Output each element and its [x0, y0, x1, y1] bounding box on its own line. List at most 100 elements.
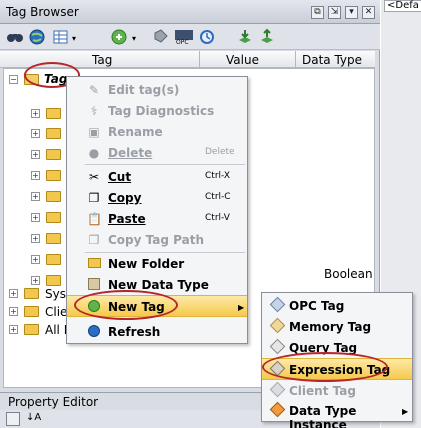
title-bar: Tag Browser ⧉ ⇲ ▾ ✕: [0, 0, 380, 24]
menu-label: Rename: [108, 125, 163, 139]
add-icon[interactable]: [110, 28, 128, 46]
data-type-icon: [87, 278, 101, 292]
submenu-label: Client Tag: [289, 384, 356, 398]
folder-icon: [46, 233, 61, 244]
menu-shortcut: Ctrl-C: [205, 192, 231, 202]
float-button[interactable]: ⧉: [311, 6, 324, 19]
globe-icon[interactable]: [28, 28, 46, 46]
submenu-item-memory-tag[interactable]: Memory Tag: [262, 317, 412, 337]
tree-row-client[interactable]: + Clie: [4, 303, 74, 321]
folder-icon: [24, 306, 39, 317]
expand-icon[interactable]: +: [31, 109, 40, 118]
submenu-arrow-icon: ▶: [238, 303, 245, 312]
panel-menu-button[interactable]: ▾: [345, 6, 358, 19]
opc-label: OPC: [176, 39, 189, 46]
menu-label: Copy: [108, 191, 142, 205]
expand-icon[interactable]: +: [9, 307, 18, 316]
submenu-item-client-tag[interactable]: Client Tag: [262, 381, 412, 401]
menu-item-copy[interactable]: ❐ Copy Ctrl-C: [67, 188, 247, 208]
chevron-down-icon[interactable]: ▾: [72, 34, 76, 43]
boolean-value: Boolean: [324, 267, 373, 281]
menu-shortcut: Delete: [205, 147, 235, 157]
menu-label: Copy Tag Path: [108, 233, 204, 247]
expand-icon[interactable]: +: [31, 213, 40, 222]
collapse-icon[interactable]: −: [9, 75, 18, 84]
column-divider[interactable]: [295, 51, 296, 68]
sort-az-icon[interactable]: ↓A: [26, 412, 41, 423]
menu-label: Edit tag(s): [108, 83, 180, 97]
menu-separator: [85, 164, 245, 165]
tree-row-sys[interactable]: + Sys: [4, 285, 74, 303]
annotation-ring: [74, 290, 178, 320]
expand-icon[interactable]: +: [31, 192, 40, 201]
chevron-down-icon[interactable]: ▾: [132, 34, 136, 43]
folder-icon: [24, 288, 39, 299]
paste-icon: 📋: [87, 212, 102, 226]
expand-icon[interactable]: +: [31, 171, 40, 180]
submenu-label: Data Type Instance: [289, 404, 357, 428]
column-value[interactable]: Value: [226, 53, 259, 67]
expand-icon[interactable]: +: [31, 255, 40, 264]
refresh-icon[interactable]: [198, 28, 216, 46]
submenu-item-data-type-instance[interactable]: Data Type Instance ▶: [262, 401, 412, 428]
column-data-type[interactable]: Data Type: [302, 53, 362, 67]
rename-icon: ▣: [88, 125, 100, 139]
new-folder-icon: [87, 257, 101, 271]
menu-separator: [85, 252, 245, 253]
folder-icon: [46, 149, 61, 160]
menu-label: Tag Diagnostics: [108, 104, 215, 118]
opc-tag-icon: [269, 296, 285, 313]
menu-item-refresh[interactable]: Refresh: [67, 322, 247, 342]
menu-item-cut[interactable]: ✂ Cut Ctrl-X: [67, 167, 247, 187]
expand-icon[interactable]: +: [31, 276, 40, 285]
menu-item-paste[interactable]: 📋 Paste Ctrl-V: [67, 209, 247, 229]
tag-icon[interactable]: [152, 28, 170, 46]
menu-label: Paste: [108, 212, 146, 226]
tree-row-all[interactable]: + All P: [4, 321, 74, 339]
table-icon[interactable]: [52, 28, 70, 46]
scissors-icon: ✂: [88, 170, 100, 184]
folder-icon: [24, 324, 39, 335]
menu-item-tag-diagnostics[interactable]: ⚕ Tag Diagnostics: [67, 101, 247, 121]
default-dropdown[interactable]: <Defa: [384, 0, 421, 12]
menu-item-new-folder[interactable]: New Folder: [67, 254, 247, 274]
menu-shortcut: Ctrl-V: [205, 213, 230, 223]
grid-icon[interactable]: [6, 412, 20, 426]
opc-icon[interactable]: OPC: [174, 28, 193, 46]
expand-icon[interactable]: +: [31, 150, 40, 159]
expand-icon[interactable]: +: [9, 289, 18, 298]
edit-icon: ✎: [88, 83, 100, 97]
expand-icon[interactable]: +: [31, 234, 40, 243]
menu-item-delete[interactable]: ● Delete Delete: [67, 143, 247, 163]
folder-icon: [46, 191, 61, 202]
binoculars-icon[interactable]: [6, 28, 24, 46]
folder-icon: [46, 254, 61, 265]
menu-label: Refresh: [108, 325, 161, 339]
data-type-instance-icon: [269, 401, 285, 418]
refresh-icon: [87, 325, 101, 339]
submenu-arrow-icon: ▶: [402, 407, 409, 416]
menu-item-edit-tags[interactable]: ✎ Edit tag(s): [67, 80, 247, 100]
submenu-label: OPC Tag: [289, 299, 345, 313]
tree-label: Clie: [45, 305, 68, 319]
column-tag[interactable]: Tag: [92, 53, 112, 67]
delete-icon: ●: [88, 146, 100, 160]
pin-button[interactable]: ⇲: [328, 6, 341, 19]
folder-icon: [46, 128, 61, 139]
menu-item-copy-tag-path[interactable]: ❐ Copy Tag Path: [67, 230, 247, 250]
export-icon[interactable]: [258, 28, 276, 46]
menu-item-rename[interactable]: ▣ Rename: [67, 122, 247, 142]
expand-icon[interactable]: +: [9, 325, 18, 334]
memory-tag-icon: [269, 317, 285, 334]
menu-label: Cut: [108, 170, 132, 184]
import-icon[interactable]: [236, 28, 254, 46]
copy-icon: ❐: [88, 191, 100, 205]
toolbar: ▾ ▾ OPC: [0, 24, 380, 50]
column-divider[interactable]: [199, 51, 200, 68]
submenu-item-opc-tag[interactable]: OPC Tag: [262, 296, 412, 316]
expand-icon[interactable]: +: [31, 129, 40, 138]
folder-icon: [46, 170, 61, 181]
panel-title: Tag Browser: [6, 5, 79, 19]
close-panel-button[interactable]: ✕: [362, 6, 375, 19]
diagnostics-icon: ⚕: [90, 104, 98, 118]
